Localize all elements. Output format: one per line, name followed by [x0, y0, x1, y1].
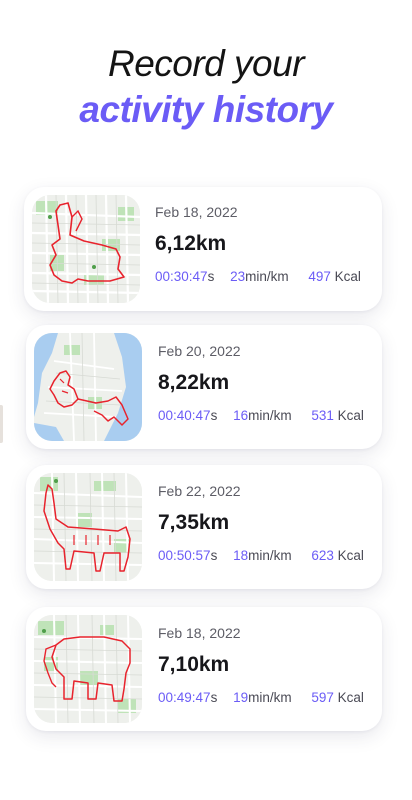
calories-unit: Kcal [330, 269, 361, 284]
activity-card-2[interactable]: Feb 20, 2022 8,22km 00:40:47s 16min/km 5… [26, 325, 382, 449]
activity-date: Feb 20, 2022 [158, 343, 241, 359]
rabbit-route-map-icon [32, 195, 140, 303]
pace-stat: 16min/km [233, 408, 292, 423]
duration-unit: s [210, 690, 218, 705]
activity-stats: 00:49:47s 19min/km 597 Kcal [158, 690, 364, 705]
elephant-route-map-icon [34, 615, 142, 723]
duration-stat: 00:40:47s [158, 408, 217, 423]
duration-stat: 00:50:57s [158, 548, 217, 563]
activity-stats: 00:40:47s 16min/km 531 Kcal [158, 408, 364, 423]
calories-stat: 597 Kcal [311, 690, 364, 705]
pace-unit: min/km [248, 690, 292, 705]
headline-line-1: Record your [107, 43, 305, 84]
calories-unit: Kcal [333, 408, 364, 423]
pace-unit: min/km [248, 408, 292, 423]
activity-card-1[interactable]: Feb 18, 2022 6,12km 00:30:47s 23min/km 4… [24, 187, 382, 311]
pace-value: 18 [233, 548, 249, 563]
calories-unit: Kcal [333, 548, 364, 563]
duration-unit: s [210, 548, 218, 563]
pace-value: 23 [230, 269, 246, 284]
giraffe-route-map-icon [34, 473, 142, 581]
pace-value: 19 [233, 690, 249, 705]
calories-value: 623 [311, 548, 334, 563]
duration-stat: 00:49:47s [158, 690, 217, 705]
activity-date: Feb 18, 2022 [158, 625, 241, 641]
calories-stat: 497 Kcal [308, 269, 361, 284]
calories-value: 597 [311, 690, 334, 705]
activity-distance: 8,22km [158, 371, 230, 394]
calories-value: 497 [308, 269, 331, 284]
duration-unit: s [207, 269, 215, 284]
duration-value: 00:30:47 [155, 269, 208, 284]
lion-route-map-icon [34, 333, 142, 441]
calories-stat: 531 Kcal [311, 408, 364, 423]
pace-stat: 18min/km [233, 548, 292, 563]
activity-date: Feb 22, 2022 [158, 483, 241, 499]
calories-unit: Kcal [333, 690, 364, 705]
pace-stat: 19min/km [233, 690, 292, 705]
activity-stats: 00:30:47s 23min/km 497 Kcal [155, 269, 361, 284]
duration-value: 00:40:47 [158, 408, 211, 423]
calories-value: 531 [311, 408, 334, 423]
pace-unit: min/km [245, 269, 289, 284]
pace-unit: min/km [248, 548, 292, 563]
pace-value: 16 [233, 408, 249, 423]
activity-stats: 00:50:57s 18min/km 623 Kcal [158, 548, 364, 563]
activity-card-3[interactable]: Feb 22, 2022 7,35km 00:50:57s 18min/km 6… [26, 465, 382, 589]
activity-date: Feb 18, 2022 [155, 204, 238, 220]
duration-value: 00:49:47 [158, 690, 211, 705]
duration-value: 00:50:57 [158, 548, 211, 563]
activity-distance: 7,10km [158, 653, 230, 676]
headline-line-2: activity history [79, 89, 333, 130]
duration-stat: 00:30:47s [155, 269, 214, 284]
pace-stat: 23min/km [230, 269, 289, 284]
edge-decoration [0, 405, 3, 443]
duration-unit: s [210, 408, 218, 423]
activity-distance: 6,12km [155, 232, 227, 255]
activity-card-4[interactable]: Feb 18, 2022 7,10km 00:49:47s 19min/km 5… [26, 607, 382, 731]
activity-distance: 7,35km [158, 511, 230, 534]
calories-stat: 623 Kcal [311, 548, 364, 563]
